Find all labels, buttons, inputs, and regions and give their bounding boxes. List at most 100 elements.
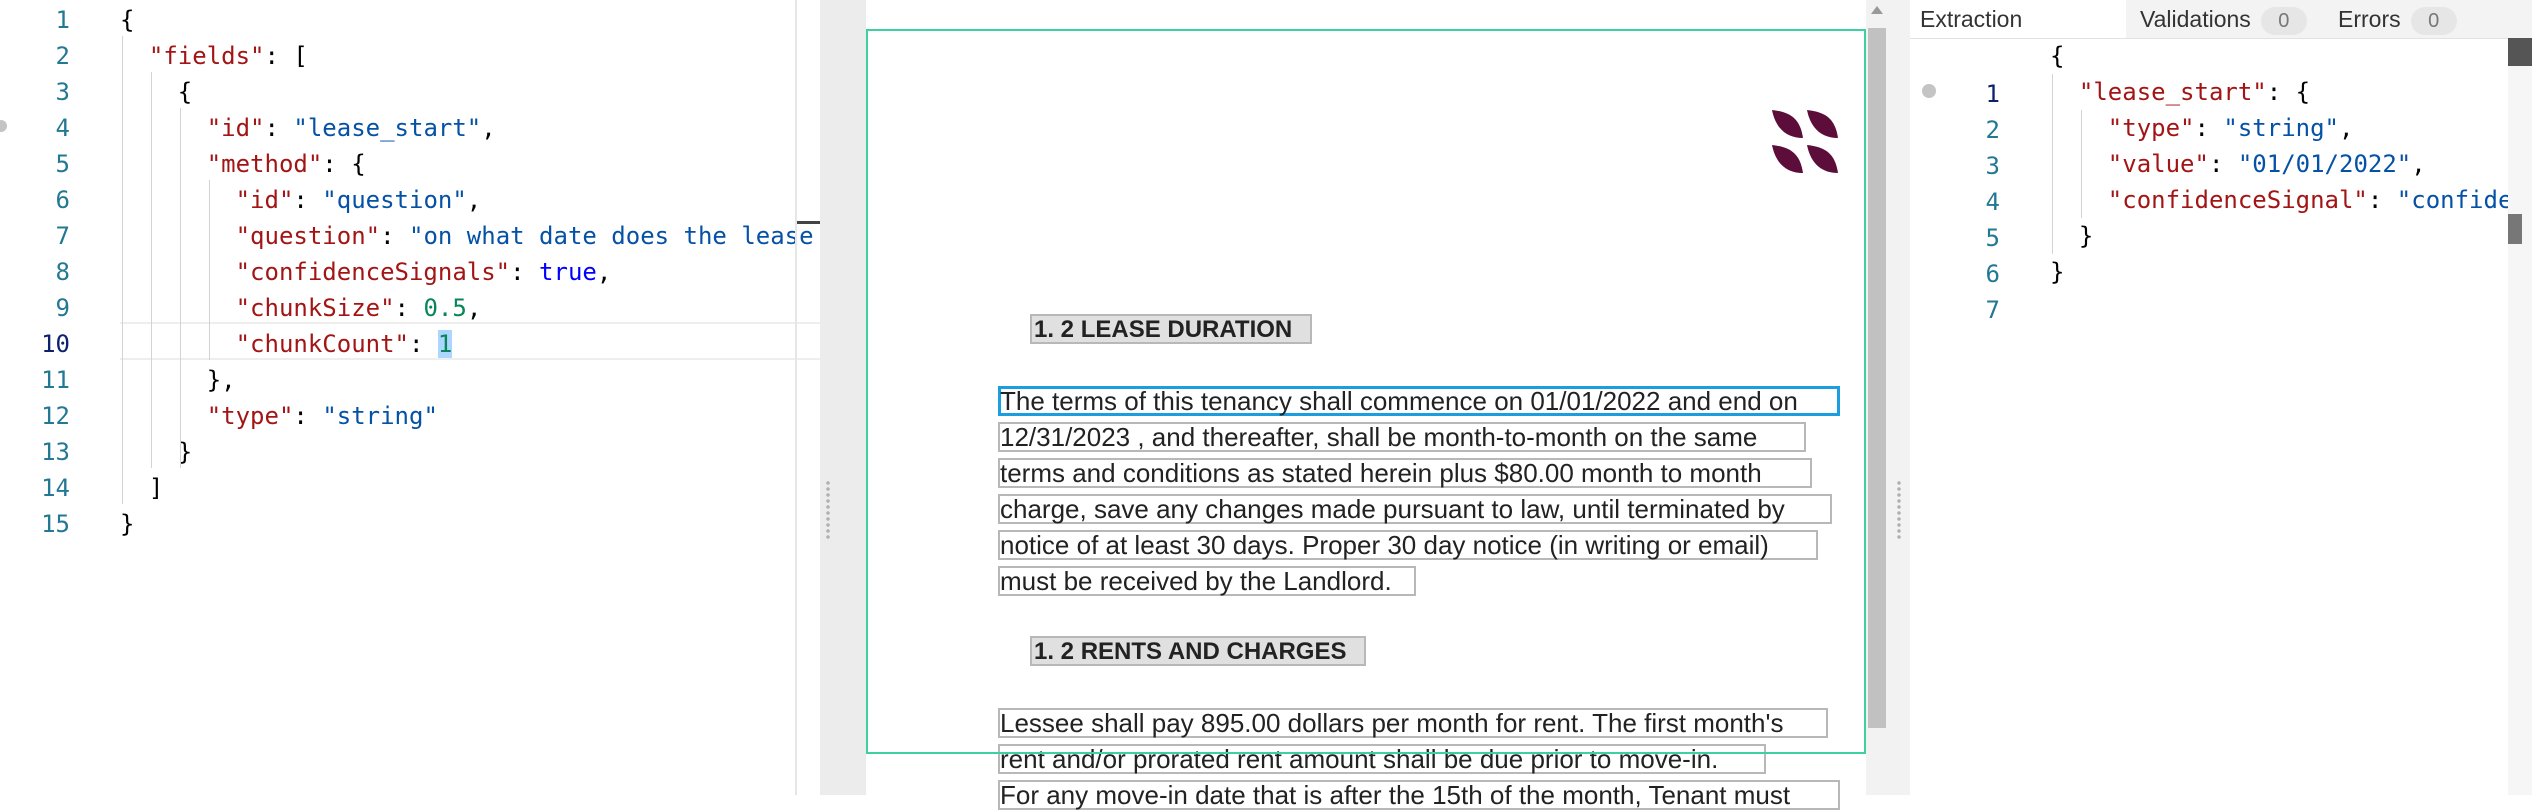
indent-guide [122,36,123,504]
scroll-up-arrow-icon[interactable] [1871,6,1883,14]
splitter-grip-icon[interactable] [1896,480,1902,540]
tab-extraction-label: Extraction [1920,6,2023,32]
code-token: "id" [235,186,294,214]
code-line[interactable]: "id": "lease_start", [120,110,496,146]
code-line[interactable]: { [120,74,192,110]
errors-count-badge: 0 [2410,6,2457,35]
json-config-editor[interactable]: 1 2 3 4 5 6 7 8 9 10 11 12 13 14 15 { "fields": [ { "i… [0,0,820,795]
code-line[interactable]: "question": "on what date does the lease [120,218,814,254]
code-token: : { [322,150,366,178]
code-line[interactable]: }, [120,362,236,398]
indent-guide [180,108,181,468]
code-line[interactable]: } [2050,218,2093,254]
tab-errors[interactable]: Errors 0 [2328,0,2528,38]
line-number: 5 [55,150,70,178]
code-line[interactable]: "chunkCount": 1 [120,326,453,362]
code-line[interactable]: "chunkSize": 0.5, [120,290,482,326]
indent-guide [2052,74,2053,254]
line-number: 6 [55,186,70,214]
code-token: : [380,222,409,250]
code-token: ] [148,474,164,502]
right-pane-splitter[interactable] [1888,0,1910,795]
code-line[interactable]: "type": "string" [120,398,438,434]
code-token: }, [206,366,236,394]
code-token: , [481,114,496,142]
line-number: 6 [1985,260,2000,288]
code-token: true [539,258,597,286]
tab-errors-label: Errors [2338,6,2401,32]
code-token: { [177,78,193,106]
code-line[interactable]: "fields": [ [120,38,308,74]
code-token: : [394,294,424,322]
code-line[interactable]: } [120,434,192,470]
scrollbar-marker [2508,214,2522,244]
code-line[interactable]: "lease_start": { [2050,74,2310,110]
code-token: : [2367,186,2397,214]
code-token: : [2208,150,2238,178]
code-token: : [510,258,540,286]
page-boundary-frame [866,29,1866,754]
code-token: : [264,114,294,142]
code-token: "01/01/2022" [2237,150,2412,178]
code-token: : { [2266,78,2311,106]
code-token: , [596,258,612,286]
code-token: "type" [2107,114,2195,142]
code-line[interactable]: "type": "string", [2050,110,2354,146]
code-token: , [466,294,482,322]
line-number: 1 [1985,80,2000,108]
tab-extraction[interactable]: Extraction [1910,0,2126,38]
code-line[interactable]: { [120,2,134,38]
indent-guide [2081,110,2082,218]
line-number: 9 [55,294,70,322]
code-line[interactable]: { [2050,38,2064,74]
line-number: 5 [1985,224,2000,252]
results-tab-bar: Extraction Validations 0 Errors 0 [1910,0,2532,39]
code-token: : [293,186,323,214]
document-scrollbar[interactable] [1866,0,1888,795]
line-number: 11 [41,366,70,394]
result-line-number-gutter: 1 2 3 4 5 6 7 [1910,38,2060,795]
results-panel: Extraction Validations 0 Errors 0 1234567 … [1910,0,2532,795]
code-token: "chunkCount" [235,330,409,358]
code-line[interactable]: "method": { [120,146,366,182]
code-line[interactable]: ] [120,470,163,506]
line-number: 4 [55,114,70,142]
code-line[interactable]: } [120,506,134,542]
code-line[interactable]: } [2050,254,2064,290]
left-pane-splitter[interactable] [820,0,865,795]
code-token: "string" [322,402,438,430]
code-token: { [120,6,135,34]
code-token: } [120,510,135,538]
results-scrollbar[interactable] [2508,38,2532,795]
splitter-grip-icon[interactable] [825,480,831,540]
line-number-gutter: 1 2 3 4 5 6 7 8 9 10 11 12 13 14 15 [0,0,90,795]
code-line[interactable]: "confidenceSignal": "confident [2050,182,2532,218]
line-number: 4 [1985,188,2000,216]
code-line[interactable]: "confidenceSignals": true, [120,254,612,290]
line-number: 12 [41,402,70,430]
scrollbar-thumb[interactable] [2508,38,2532,66]
line-number: 15 [41,510,70,538]
editor-scrollbar[interactable] [795,0,797,795]
indent-guide [151,72,152,468]
scrollbar-thumb[interactable] [1868,28,1886,728]
code-line[interactable]: "value": "01/01/2022", [2050,146,2426,182]
code-line[interactable]: "id": "question", [120,182,482,218]
document-text-line: For any move-in date that is after the 1… [1000,780,1791,810]
code-token: : [ [264,42,308,70]
code-token: "on what date does the lease [409,222,814,250]
code-token: "question" [235,222,381,250]
line-number: 10 [41,330,70,358]
code-token: , [2339,114,2354,142]
code-token: "fields" [148,42,265,70]
line-number: 7 [1985,296,2000,324]
code-token: "id" [206,114,265,142]
